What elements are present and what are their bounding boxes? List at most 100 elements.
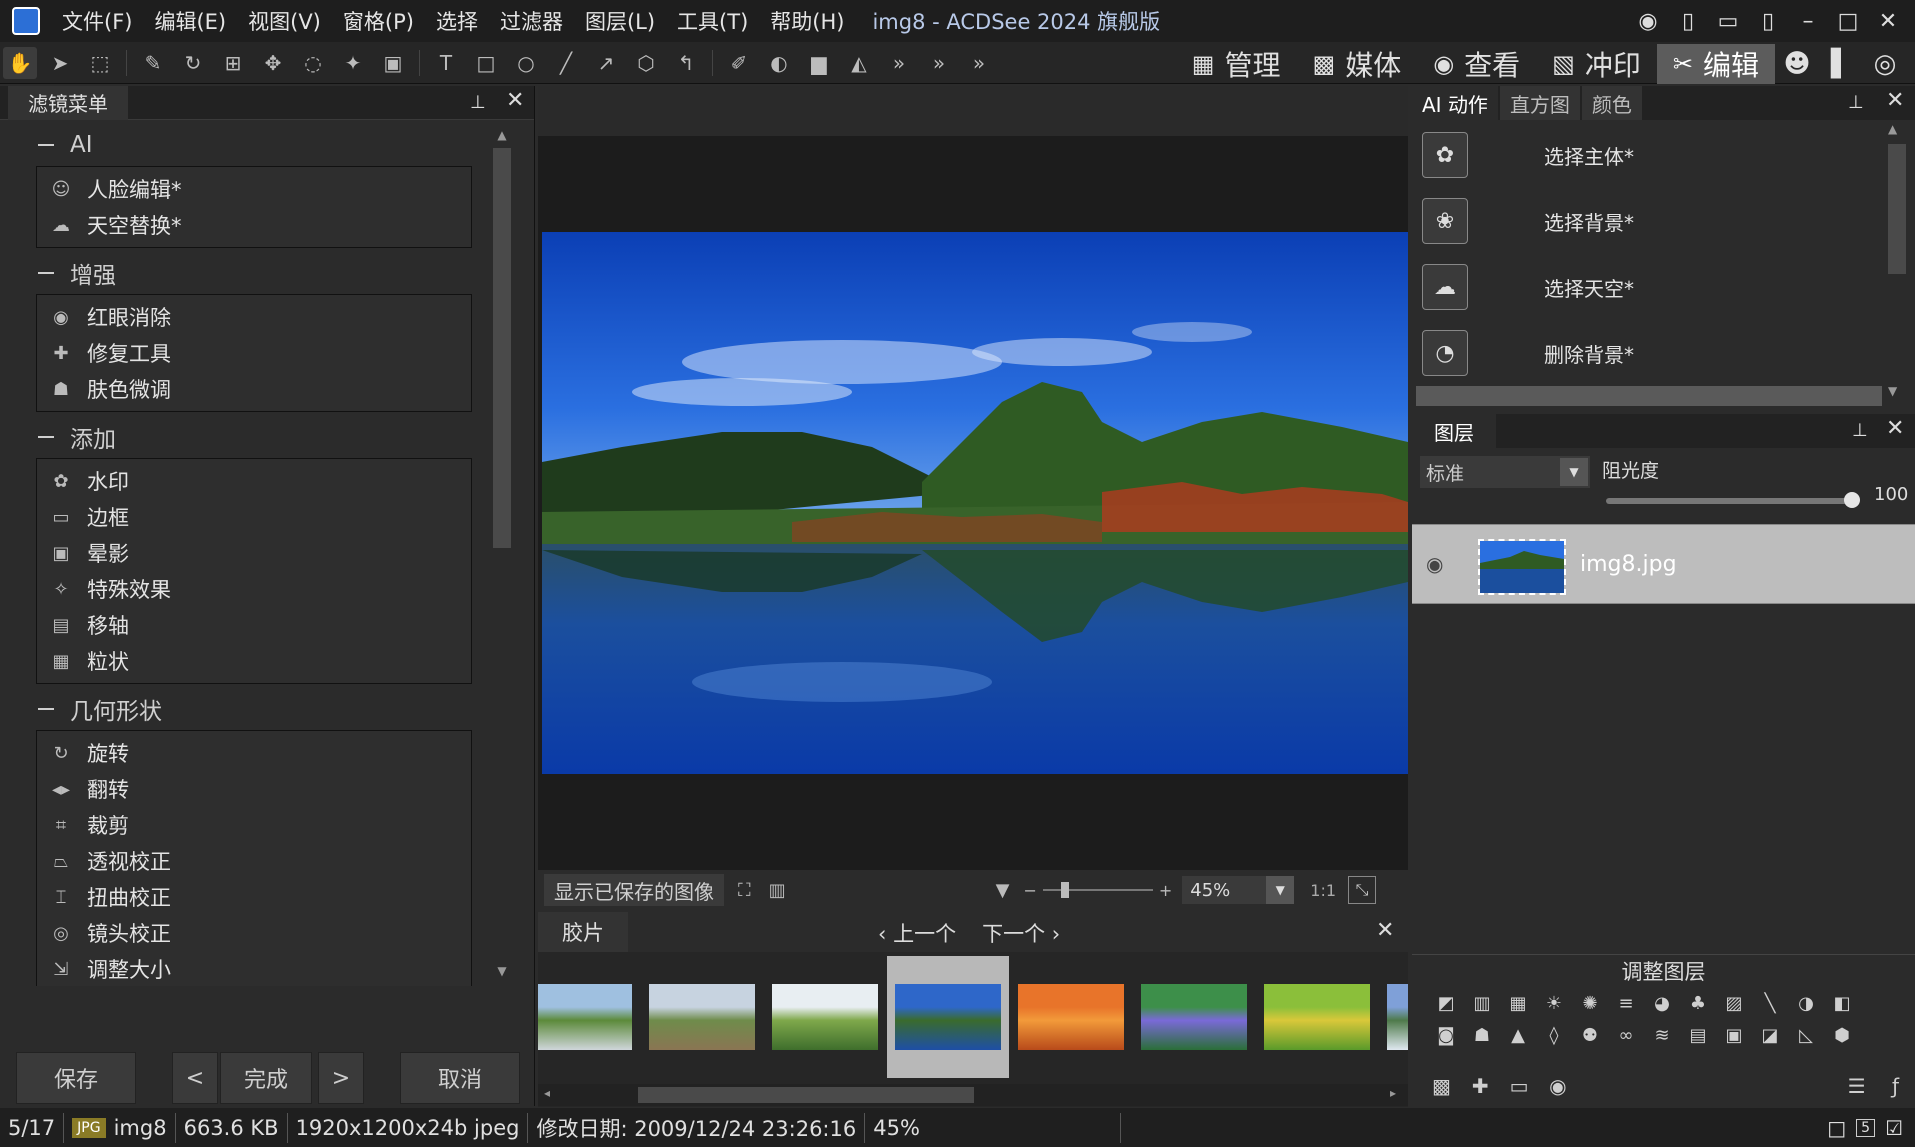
- ai-action-select-subject[interactable]: ✿ 选择主体*: [1412, 122, 1882, 188]
- left-pane-toggle-icon[interactable]: ▯: [1671, 6, 1705, 36]
- ellipse-tool-icon[interactable]: ○: [509, 47, 543, 79]
- maximize-icon[interactable]: □: [1831, 6, 1865, 36]
- close-icon[interactable]: ✕: [1376, 918, 1394, 943]
- app-logo-icon[interactable]: [12, 7, 40, 35]
- filter-list-scrollbar[interactable]: ▲ ▼: [490, 126, 514, 986]
- exposure-icon[interactable]: ◩: [1430, 989, 1462, 1017]
- filmstrip-thumbnail[interactable]: [1379, 956, 1408, 1078]
- filter-item[interactable]: ☗ 肤色微调: [37, 371, 471, 407]
- color-wheel-icon[interactable]: ♣: [1682, 989, 1714, 1017]
- opacity-slider-track[interactable]: [1606, 498, 1848, 504]
- menu-edit[interactable]: 编辑(E): [154, 6, 226, 36]
- blend-icon[interactable]: ◑: [1790, 989, 1822, 1017]
- tab-histogram[interactable]: 直方图: [1499, 86, 1580, 120]
- filter-item[interactable]: ◂▸ 翻转: [37, 771, 471, 807]
- curve-tool-icon[interactable]: ↰: [669, 47, 703, 79]
- hand-tool-icon[interactable]: ✋: [3, 46, 37, 79]
- line-tool-icon[interactable]: ╱: [549, 47, 583, 79]
- zoom-in-icon[interactable]: +: [1159, 881, 1172, 900]
- camera-icon[interactable]: ◙: [1430, 1021, 1462, 1049]
- fx-icon[interactable]: ƒ: [1876, 1074, 1915, 1098]
- menu-select[interactable]: 选择: [436, 6, 478, 36]
- mode-develop[interactable]: ▧ 冲印: [1536, 44, 1657, 84]
- blend-mode-select[interactable]: 标准 ▼: [1420, 456, 1590, 488]
- invert-icon[interactable]: ◧: [1826, 989, 1858, 1017]
- mode-manage[interactable]: ▦ 管理: [1176, 44, 1297, 84]
- eraser-tool-icon[interactable]: ◭: [842, 47, 876, 79]
- marquee-select-icon[interactable]: ⬚: [83, 47, 117, 79]
- noise-icon[interactable]: ⚉: [1574, 1021, 1606, 1049]
- more-tools-icon[interactable]: »: [882, 47, 916, 79]
- more-tools-icon[interactable]: »: [922, 47, 956, 79]
- menu-filter[interactable]: 过滤器: [500, 6, 563, 36]
- people-icon[interactable]: ☻: [1775, 44, 1819, 84]
- smart-brush-icon[interactable]: ✎: [136, 47, 170, 79]
- filter-item[interactable]: ▭ 边框: [37, 499, 471, 535]
- filter-item[interactable]: ✧ 特殊效果: [37, 571, 471, 607]
- tab-layers[interactable]: 图层: [1412, 414, 1496, 448]
- collapse-icon[interactable]: [38, 272, 54, 274]
- next-image-link[interactable]: 下一个 ›: [982, 918, 1060, 948]
- scroll-up-icon[interactable]: ▲: [1888, 122, 1897, 136]
- curves-icon[interactable]: ▦: [1502, 989, 1534, 1017]
- gradient-map-icon[interactable]: ▤: [1682, 1021, 1714, 1049]
- dashboard-chart-icon[interactable]: ▌: [1819, 44, 1863, 84]
- checkmark-icon[interactable]: ☑: [1885, 1116, 1903, 1140]
- more-tools-icon[interactable]: »: [962, 47, 996, 79]
- checkbox-square-icon[interactable]: □: [1827, 1116, 1846, 1140]
- menu-layer[interactable]: 图层(L): [585, 6, 655, 36]
- 365-icon[interactable]: ◎: [1863, 44, 1907, 84]
- edited-photo[interactable]: [542, 232, 1408, 774]
- collapse-icon[interactable]: [38, 708, 54, 710]
- mode-view[interactable]: ◉ 查看: [1417, 44, 1536, 84]
- mode-media[interactable]: ▩ 媒体: [1297, 44, 1418, 84]
- filter-item[interactable]: ⏢ 透视校正: [37, 843, 471, 879]
- tab-color[interactable]: 颜色: [1581, 86, 1642, 120]
- filter-group-header[interactable]: 几何形状: [0, 690, 490, 728]
- magic-wand-icon[interactable]: ✦: [336, 47, 370, 79]
- transform-icon[interactable]: ⊞: [216, 47, 250, 79]
- filmstrip-thumbnail[interactable]: [1010, 956, 1132, 1078]
- filter-item[interactable]: ✚ 修复工具: [37, 335, 471, 371]
- levels-icon[interactable]: ▥: [1466, 989, 1498, 1017]
- pin-icon[interactable]: ⊥: [470, 92, 486, 113]
- fill-tool-icon[interactable]: ◐: [762, 47, 796, 79]
- pin-icon[interactable]: ⊥: [1848, 92, 1864, 113]
- save-button[interactable]: 保存: [16, 1052, 136, 1104]
- tab-filmstrip[interactable]: 胶片: [538, 912, 628, 952]
- close-icon[interactable]: ✕: [1886, 88, 1904, 113]
- zoom-slider-knob[interactable]: [1060, 882, 1069, 898]
- filmstrip-thumbnail[interactable]: [764, 956, 886, 1078]
- filmstrip-thumbnail[interactable]: [887, 956, 1009, 1078]
- scroll-right-icon[interactable]: ▸: [1390, 1086, 1396, 1100]
- color-balance-icon[interactable]: ≡: [1610, 989, 1642, 1017]
- scrollbar-thumb[interactable]: [1888, 144, 1906, 274]
- drop-icon[interactable]: ◊: [1538, 1021, 1570, 1049]
- filter-group-header[interactable]: 增强: [0, 254, 490, 292]
- ai-action-select-sky[interactable]: ☁ 选择天空*: [1412, 254, 1882, 320]
- duplicate-layer-icon[interactable]: ▭: [1500, 1074, 1539, 1098]
- menu-view[interactable]: 视图(V): [248, 6, 321, 36]
- zoom-out-icon[interactable]: −: [1023, 881, 1036, 900]
- cube-icon[interactable]: ⬢: [1826, 1021, 1858, 1049]
- actual-size-button[interactable]: 1:1: [1310, 881, 1336, 900]
- layer-menu-icon[interactable]: ☰: [1837, 1074, 1876, 1098]
- menu-help[interactable]: 帮助(H): [770, 6, 844, 36]
- filmstrip-scrollbar[interactable]: ◂ ▸: [538, 1084, 1408, 1106]
- opacity-slider-knob[interactable]: [1844, 492, 1860, 508]
- sharpen-icon[interactable]: ▲: [1502, 1021, 1534, 1049]
- filter-group-header[interactable]: 添加: [0, 418, 490, 456]
- select-arrow-icon[interactable]: ➤: [43, 47, 77, 79]
- eye-icon[interactable]: ◉: [1426, 552, 1443, 576]
- scroll-up-icon[interactable]: ▲: [490, 128, 514, 142]
- filter-item[interactable]: ◉ 红眼消除: [37, 299, 471, 335]
- light-eq-icon[interactable]: ☀: [1538, 989, 1570, 1017]
- filter-item[interactable]: ▦ 粒状: [37, 643, 471, 679]
- image-canvas[interactable]: [538, 86, 1408, 870]
- minimize-icon[interactable]: –: [1791, 6, 1825, 36]
- add-layer-icon[interactable]: ✚: [1461, 1074, 1500, 1098]
- close-icon[interactable]: ✕: [506, 88, 524, 113]
- fit-to-window-icon[interactable]: ⤡: [1348, 876, 1377, 904]
- filter-item[interactable]: ☺ 人脸编辑*: [37, 171, 471, 207]
- close-window-icon[interactable]: ✕: [1871, 6, 1905, 36]
